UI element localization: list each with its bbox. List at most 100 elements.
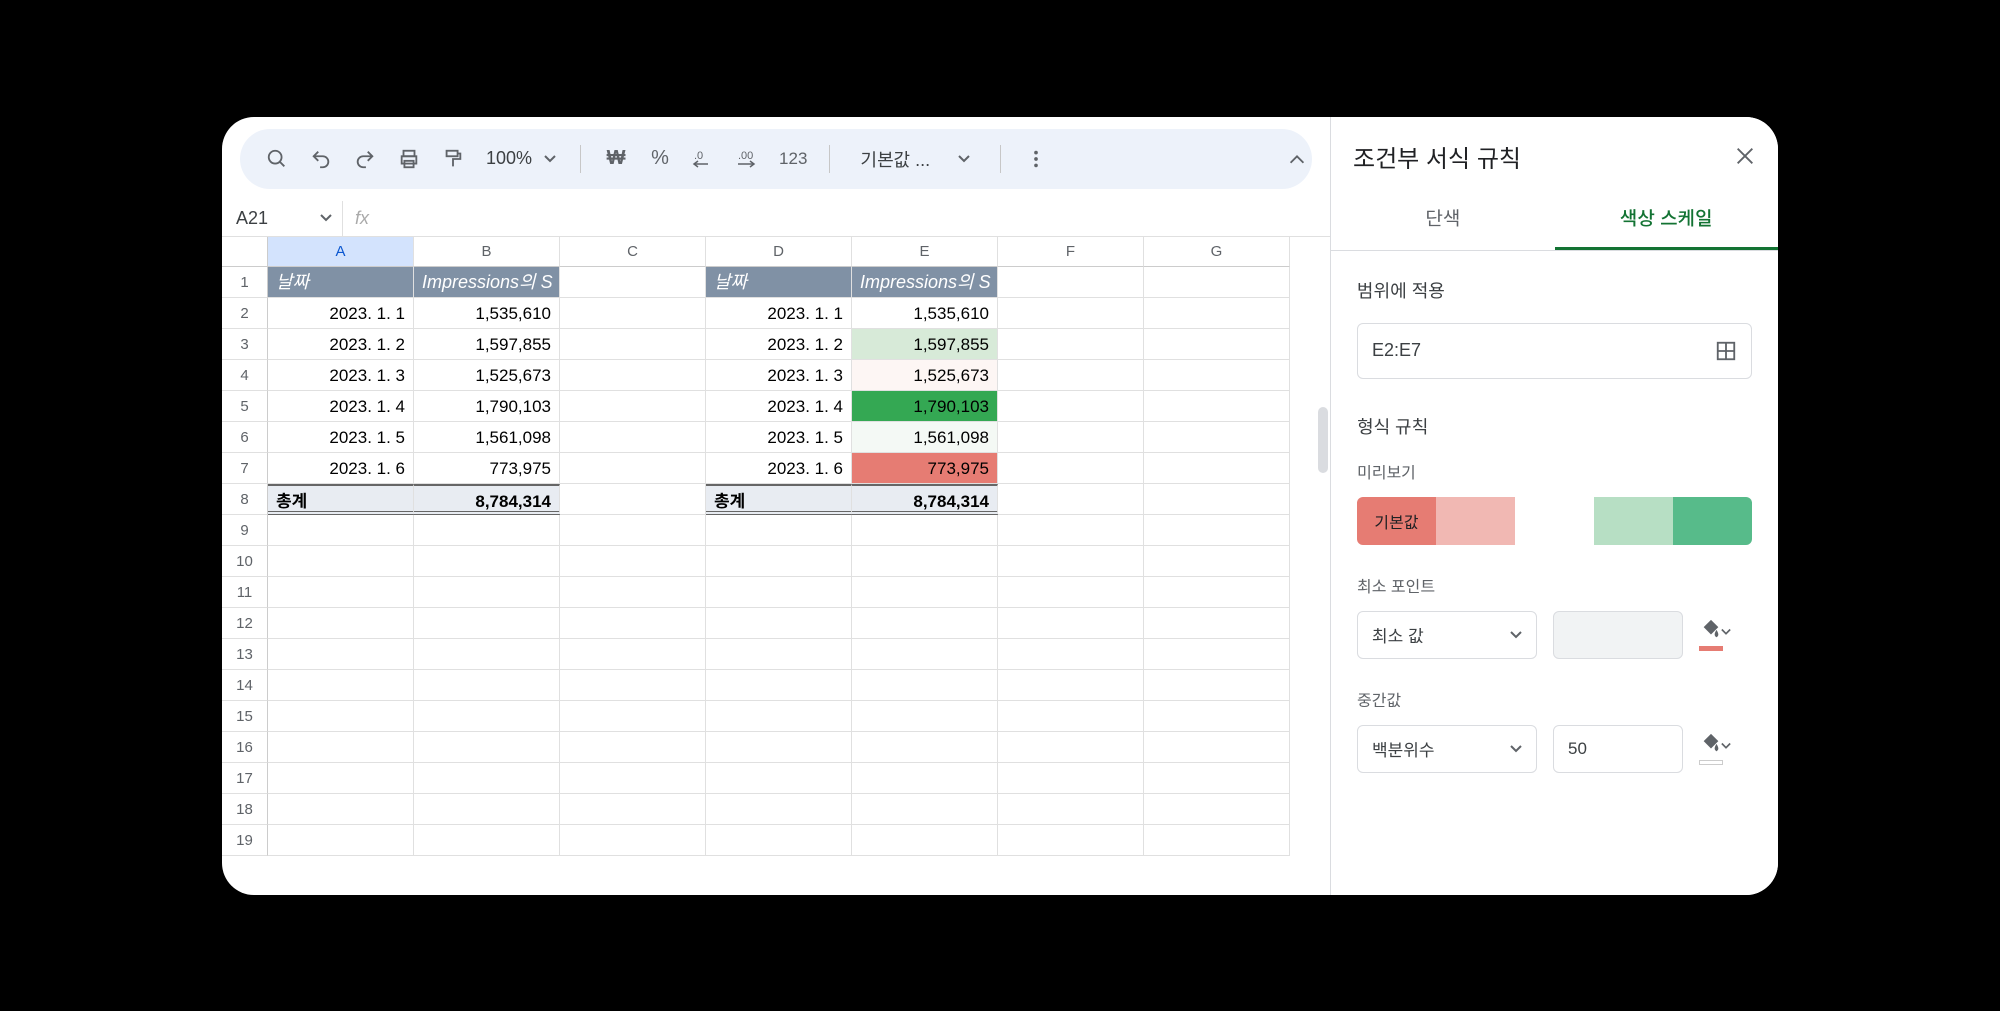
cell[interactable]: 773,975 bbox=[414, 453, 560, 484]
cell[interactable] bbox=[1144, 763, 1290, 794]
cell[interactable] bbox=[852, 515, 998, 546]
cell[interactable]: 8,784,314 bbox=[414, 484, 560, 515]
decrease-decimal-button[interactable]: .0 bbox=[685, 140, 723, 178]
cell[interactable] bbox=[560, 298, 706, 329]
cell[interactable] bbox=[268, 701, 414, 732]
column-header[interactable]: B bbox=[414, 237, 560, 267]
name-box[interactable]: A21 bbox=[222, 208, 342, 229]
min-color-button[interactable] bbox=[1699, 618, 1723, 651]
cell[interactable] bbox=[852, 608, 998, 639]
cell[interactable]: 2023. 1. 4 bbox=[268, 391, 414, 422]
cell[interactable] bbox=[998, 298, 1144, 329]
cell[interactable] bbox=[1144, 422, 1290, 453]
row-header[interactable]: 17 bbox=[222, 763, 268, 794]
cell[interactable] bbox=[1144, 329, 1290, 360]
cell[interactable]: 총계 bbox=[268, 484, 414, 515]
cell[interactable] bbox=[414, 546, 560, 577]
range-input[interactable] bbox=[1357, 323, 1752, 379]
cell[interactable] bbox=[998, 639, 1144, 670]
cell[interactable] bbox=[1144, 825, 1290, 856]
cell[interactable] bbox=[706, 546, 852, 577]
print-button[interactable] bbox=[390, 140, 428, 178]
cell[interactable] bbox=[1144, 701, 1290, 732]
cell[interactable] bbox=[998, 515, 1144, 546]
cell[interactable] bbox=[852, 639, 998, 670]
cell[interactable] bbox=[222, 237, 268, 267]
cell[interactable] bbox=[706, 608, 852, 639]
cell[interactable] bbox=[998, 732, 1144, 763]
cell[interactable] bbox=[268, 515, 414, 546]
cell[interactable]: 2023. 1. 1 bbox=[706, 298, 852, 329]
cell[interactable]: Impressions의 S bbox=[414, 267, 560, 298]
cell[interactable] bbox=[1144, 298, 1290, 329]
cell[interactable] bbox=[706, 701, 852, 732]
cell[interactable] bbox=[998, 577, 1144, 608]
cell[interactable]: 1,525,673 bbox=[852, 360, 998, 391]
cell[interactable]: 총계 bbox=[706, 484, 852, 515]
cell[interactable] bbox=[268, 670, 414, 701]
tab-color-scale[interactable]: 색상 스케일 bbox=[1555, 188, 1779, 250]
cell[interactable] bbox=[268, 546, 414, 577]
cell[interactable]: 1,535,610 bbox=[414, 298, 560, 329]
cell[interactable] bbox=[998, 329, 1144, 360]
cell[interactable] bbox=[560, 391, 706, 422]
cell[interactable]: 8,784,314 bbox=[852, 484, 998, 515]
min-type-select[interactable]: 최소 값 bbox=[1357, 611, 1537, 659]
row-header[interactable]: 11 bbox=[222, 577, 268, 608]
cell[interactable]: 1,535,610 bbox=[852, 298, 998, 329]
cell[interactable] bbox=[1144, 639, 1290, 670]
cell[interactable] bbox=[998, 546, 1144, 577]
cell[interactable] bbox=[706, 794, 852, 825]
cell[interactable] bbox=[998, 608, 1144, 639]
cell[interactable] bbox=[706, 732, 852, 763]
cell[interactable]: Impressions의 S bbox=[852, 267, 998, 298]
row-header[interactable]: 18 bbox=[222, 794, 268, 825]
cell[interactable] bbox=[560, 701, 706, 732]
cell[interactable]: 2023. 1. 5 bbox=[268, 422, 414, 453]
close-button[interactable] bbox=[1734, 145, 1756, 167]
cell[interactable] bbox=[560, 794, 706, 825]
cell[interactable] bbox=[414, 732, 560, 763]
increase-decimal-button[interactable]: .00 bbox=[729, 140, 767, 178]
row-header[interactable]: 14 bbox=[222, 670, 268, 701]
cell[interactable] bbox=[706, 639, 852, 670]
cell[interactable]: 2023. 1. 6 bbox=[268, 453, 414, 484]
cell[interactable] bbox=[706, 763, 852, 794]
cell[interactable]: 1,790,103 bbox=[414, 391, 560, 422]
cell[interactable] bbox=[414, 577, 560, 608]
collapse-toolbar-button[interactable] bbox=[1286, 149, 1308, 171]
cell[interactable] bbox=[1144, 794, 1290, 825]
cell[interactable] bbox=[560, 360, 706, 391]
cell[interactable] bbox=[706, 670, 852, 701]
cell[interactable]: 2023. 1. 4 bbox=[706, 391, 852, 422]
spreadsheet-grid[interactable]: ABCDEFG1날짜Impressions의 S날짜Impressions의 S… bbox=[222, 237, 1330, 895]
row-header[interactable]: 15 bbox=[222, 701, 268, 732]
cell[interactable]: 1,597,855 bbox=[852, 329, 998, 360]
cell[interactable] bbox=[268, 577, 414, 608]
cell[interactable] bbox=[998, 422, 1144, 453]
cell[interactable] bbox=[560, 484, 706, 515]
cell[interactable] bbox=[560, 422, 706, 453]
cell[interactable]: 773,975 bbox=[852, 453, 998, 484]
cell[interactable] bbox=[560, 546, 706, 577]
cell[interactable] bbox=[852, 577, 998, 608]
column-header[interactable]: G bbox=[1144, 237, 1290, 267]
cell[interactable] bbox=[1144, 732, 1290, 763]
more-menu-button[interactable] bbox=[1017, 140, 1055, 178]
row-header[interactable]: 2 bbox=[222, 298, 268, 329]
cell[interactable] bbox=[268, 639, 414, 670]
cell[interactable] bbox=[560, 670, 706, 701]
cell[interactable] bbox=[560, 267, 706, 298]
cell[interactable] bbox=[414, 825, 560, 856]
search-icon[interactable] bbox=[258, 140, 296, 178]
cell[interactable]: 2023. 1. 6 bbox=[706, 453, 852, 484]
cell[interactable] bbox=[414, 794, 560, 825]
cell[interactable]: 2023. 1. 2 bbox=[706, 329, 852, 360]
cell[interactable] bbox=[1144, 453, 1290, 484]
cell[interactable]: 1,561,098 bbox=[414, 422, 560, 453]
cell[interactable] bbox=[414, 670, 560, 701]
scrollbar-thumb[interactable] bbox=[1318, 407, 1328, 473]
row-header[interactable]: 12 bbox=[222, 608, 268, 639]
cell[interactable] bbox=[998, 701, 1144, 732]
cell[interactable] bbox=[1144, 608, 1290, 639]
